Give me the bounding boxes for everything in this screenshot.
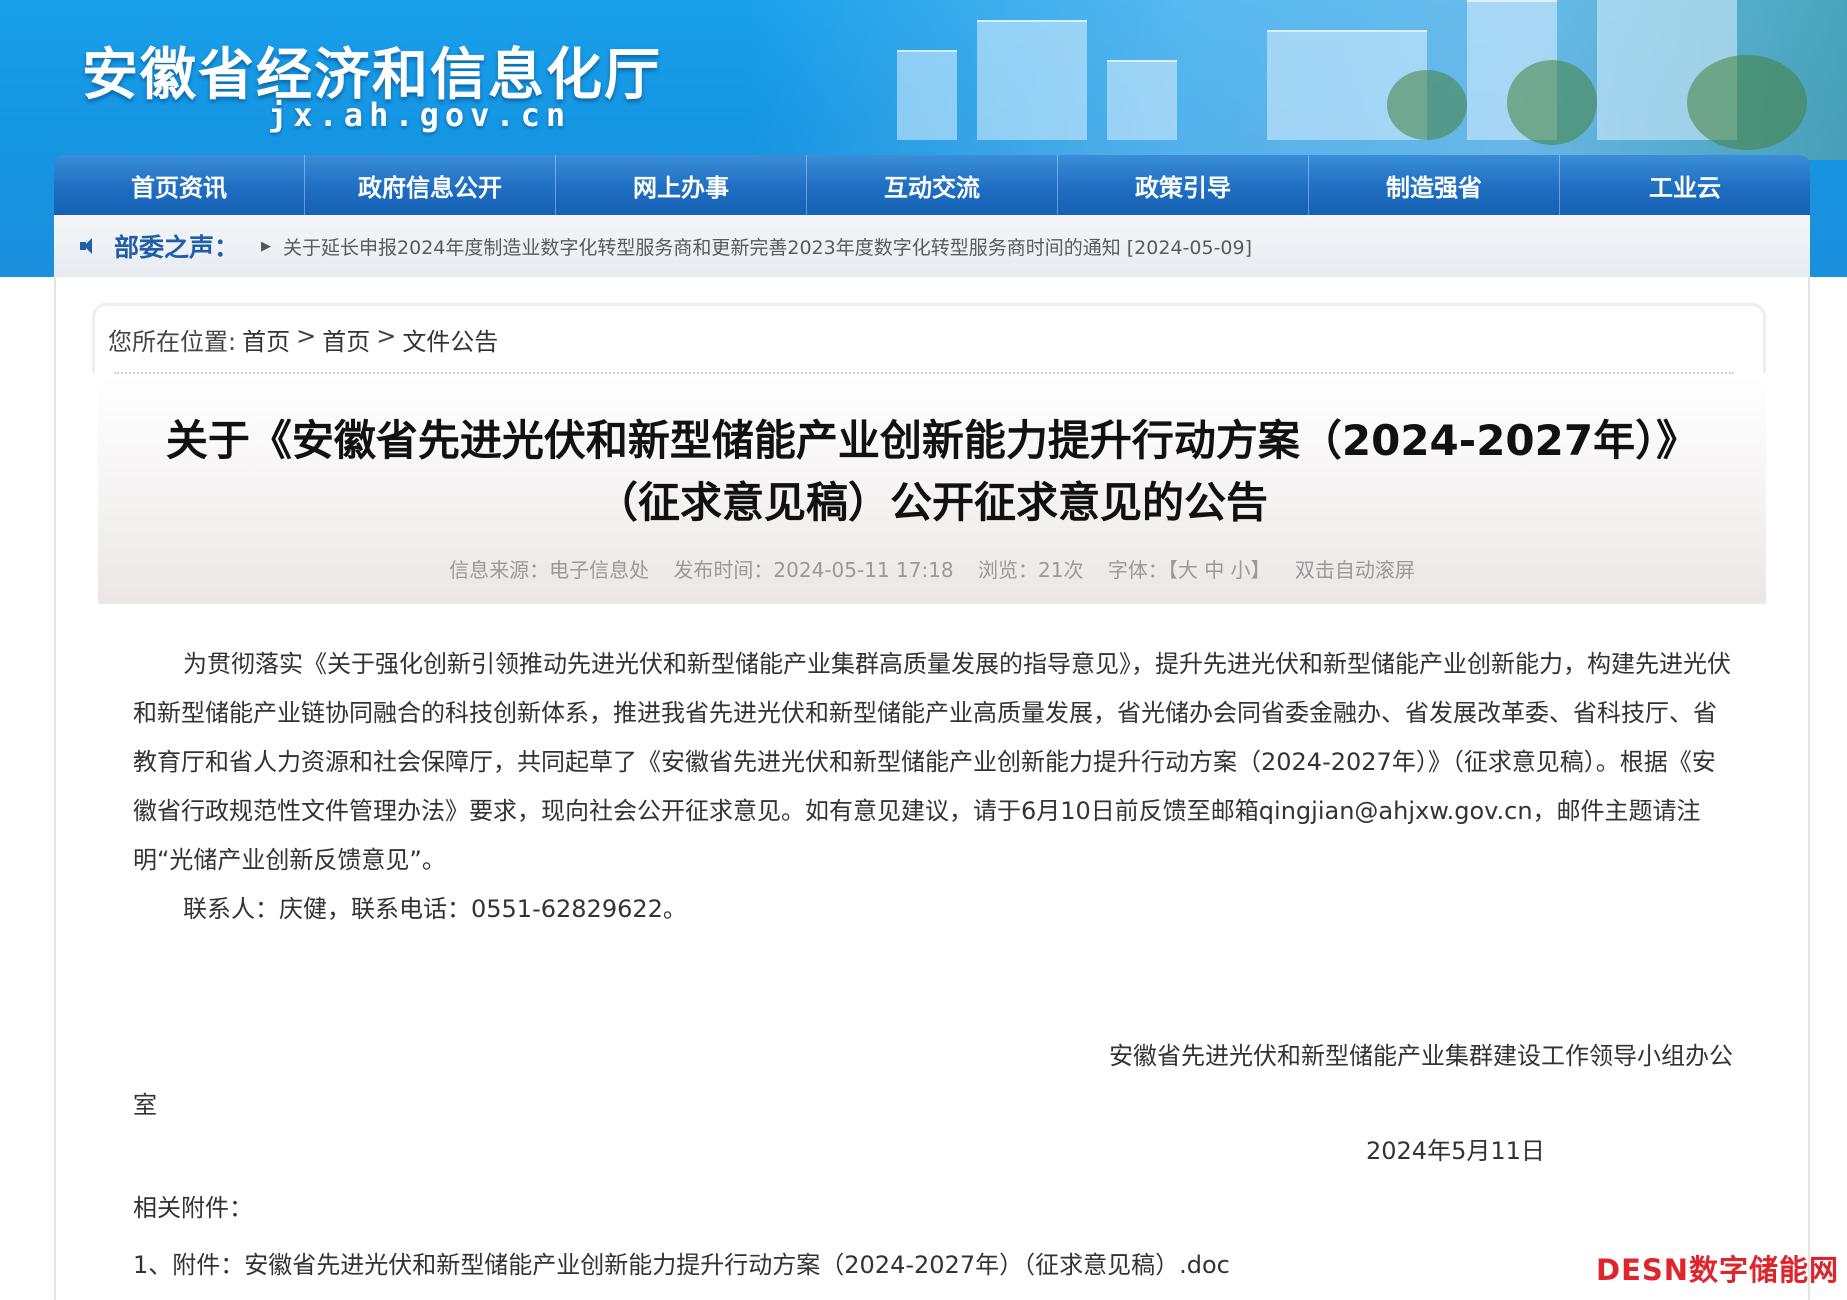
signature: 安徽省先进光伏和新型储能产业集群建设工作领导小组办公 室 xyxy=(133,1032,1733,1130)
article-title-line1: 关于《安徽省先进光伏和新型储能产业创新能力提升行动方案（2024-2027年）》 xyxy=(165,416,1699,465)
meta-source: 信息来源：电子信息处 xyxy=(449,558,650,582)
breadcrumb-separator: > xyxy=(296,322,317,350)
signature-line1: 安徽省先进光伏和新型储能产业集群建设工作领导小组办公 xyxy=(1109,1042,1733,1070)
breadcrumb-home[interactable]: 首页 xyxy=(242,322,290,357)
meta-font: 字体：【大 中 小】 xyxy=(1108,558,1271,582)
contact-paragraph: 联系人：庆健，联系电话：0551-62829622。 xyxy=(183,895,687,923)
breadcrumb-separator: > xyxy=(376,322,397,350)
article-body: 为贯彻落实《关于强化创新引领推动先进光伏和新型储能产业集群高质量发展的指导意见》… xyxy=(133,640,1733,934)
breadcrumb: 您所在位置: 首页 > 首页 > 文件公告 xyxy=(108,322,498,357)
notice-label: 部委之声： xyxy=(114,233,240,262)
banner-cityscape xyxy=(747,0,1847,160)
nav-item-policy[interactable]: 政策引导 xyxy=(1058,155,1309,215)
nav-item-manufacturing[interactable]: 制造强省 xyxy=(1309,155,1560,215)
breadcrumb-prefix: 您所在位置: xyxy=(108,328,237,356)
body-paragraph: 为贯彻落实《关于强化创新引领推动先进光伏和新型储能产业集群高质量发展的指导意见》… xyxy=(133,650,1731,874)
signature-date: 2024年5月11日 xyxy=(1366,1137,1545,1165)
site-domain: jx.ah.gov.cn xyxy=(268,96,572,134)
font-size-selector[interactable]: 【大 中 小】 xyxy=(1168,558,1271,582)
attachments-label: 相关附件： xyxy=(133,1194,253,1222)
nav-item-online-service[interactable]: 网上办事 xyxy=(556,155,807,215)
autoscroll-toggle[interactable]: 双击自动滚屏 xyxy=(1295,558,1415,582)
article-title-line2: （征求意见稿）公开征求意见的公告 xyxy=(595,478,1268,527)
nav-item-industrial-cloud[interactable]: 工业云 xyxy=(1560,155,1810,215)
article-title: 关于《安徽省先进光伏和新型储能产业创新能力提升行动方案（2024-2027年）》… xyxy=(120,410,1744,534)
attachment-link[interactable]: 1、附件：安徽省先进光伏和新型储能产业创新能力提升行动方案（2024-2027年… xyxy=(133,1245,1230,1280)
meta-views: 浏览：21次 xyxy=(978,558,1084,582)
notice-bar: 部委之声： ▶ 关于延长申报2024年度制造业数字化转型服务商和更新完善2023… xyxy=(54,215,1810,277)
signature-line2: 室 xyxy=(133,1091,157,1119)
dotted-divider xyxy=(114,372,1734,374)
nav-item-interaction[interactable]: 互动交流 xyxy=(807,155,1058,215)
nav-item-gov-info[interactable]: 政府信息公开 xyxy=(305,155,556,215)
meta-published: 发布时间：2024-05-11 17:18 xyxy=(673,558,954,582)
meta-font-label: 字体： xyxy=(1107,558,1168,582)
breadcrumb-file-notice[interactable]: 文件公告 xyxy=(402,322,498,357)
header-banner: 安徽省经济和信息化厅 jx.ah.gov.cn 首页资讯 政府信息公开 网上办事… xyxy=(0,0,1847,277)
speaker-icon xyxy=(78,236,98,256)
article-meta: 信息来源：电子信息处 发布时间：2024-05-11 17:18 浏览：21次 … xyxy=(120,554,1744,583)
notice-link[interactable]: 关于延长申报2024年度制造业数字化转型服务商和更新完善2023年度数字化转型服… xyxy=(283,233,1252,260)
watermark-logo: DESN数字储能网 xyxy=(1596,1253,1840,1287)
breadcrumb-home-2[interactable]: 首页 xyxy=(322,322,370,357)
nav-item-home[interactable]: 首页资讯 xyxy=(54,155,305,215)
main-nav: 首页资讯 政府信息公开 网上办事 互动交流 政策引导 制造强省 工业云 xyxy=(54,155,1810,215)
arrow-right-icon: ▶ xyxy=(261,238,272,254)
